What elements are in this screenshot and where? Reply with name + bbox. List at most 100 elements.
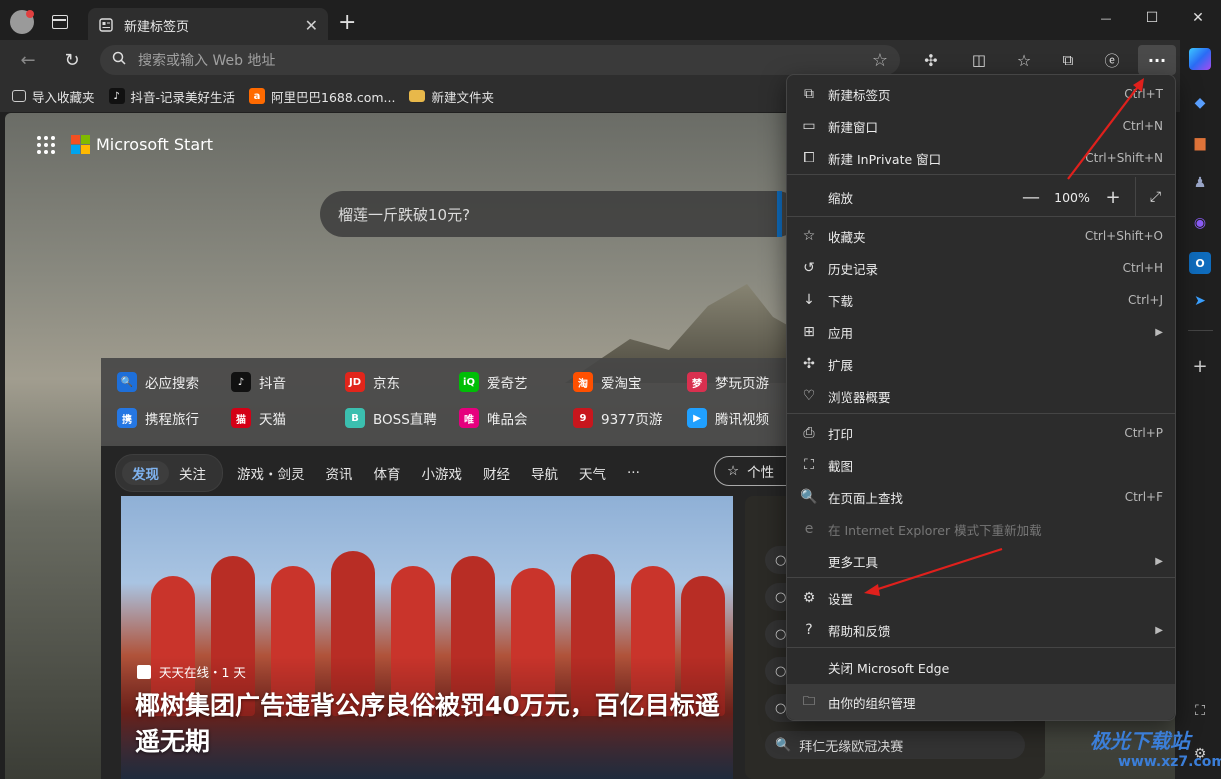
- drop-icon[interactable]: ➤: [1189, 290, 1211, 312]
- zoom-in-button[interactable]: +: [1095, 187, 1131, 208]
- menu-shortcut: Ctrl+Shift+O: [1084, 229, 1163, 243]
- collections-icon[interactable]: ⧉: [1052, 45, 1084, 75]
- screenshot-sidebar-icon[interactable]: ⛶: [1189, 700, 1211, 722]
- menu-item-label: 由你的组织管理: [828, 695, 916, 711]
- menu-item-help[interactable]: ? 帮助和反馈 ▶: [787, 614, 1175, 646]
- quick-link-label: 必应搜索: [145, 376, 199, 392]
- menu-item-managed[interactable]: 🗀 由你的组织管理: [787, 684, 1175, 720]
- quick-link-item[interactable]: B BOSS直聘: [345, 408, 437, 428]
- tab-more[interactable]: ···: [627, 465, 640, 481]
- menu-divider: [787, 216, 1175, 217]
- extensions-toolbar-icon[interactable]: ✣: [915, 45, 947, 75]
- new-tab-button[interactable]: +: [338, 10, 356, 35]
- favorites-toolbar-icon[interactable]: ☆: [1008, 45, 1040, 75]
- ie-mode-toolbar-icon[interactable]: ⓔ: [1096, 45, 1128, 75]
- copilot-icon[interactable]: [1189, 48, 1211, 70]
- shopping-tag-icon[interactable]: ◆: [1189, 92, 1211, 114]
- blank-icon: [799, 657, 819, 677]
- managed-icon: 🗀: [802, 692, 816, 708]
- favorite-item-douyin[interactable]: ♪ 抖音-记录美好生活: [108, 87, 235, 106]
- back-icon[interactable]: ←: [12, 45, 44, 75]
- close-window-button[interactable]: ✕: [1178, 6, 1218, 30]
- hero-news-card[interactable]: 天天在线・1 天 椰树集团广告违背公序良俗被罚40万元，百亿目标遥遥无期: [121, 496, 733, 779]
- quick-link-item[interactable]: 🔍 必应搜索: [117, 372, 199, 392]
- menu-item-new-tab[interactable]: ⧉ 新建标签页 Ctrl+T: [787, 78, 1175, 110]
- favorite-item-alibaba[interactable]: a 阿里巴巴1688.com...: [249, 87, 395, 106]
- tab-new-tab[interactable]: 新建标签页 ✕: [88, 8, 328, 42]
- microsoft365-icon[interactable]: ◉: [1189, 212, 1211, 234]
- favorite-item-import[interactable]: 导入收藏夹: [12, 87, 95, 106]
- site-logo-icon: 9: [573, 408, 593, 428]
- minimize-button[interactable]: —: [1086, 6, 1126, 30]
- more-options-button[interactable]: ···: [1138, 45, 1176, 75]
- new-tab-icon: ⧉: [804, 86, 814, 102]
- menu-item-apps[interactable]: ⊞ 应用 ▶: [787, 316, 1175, 348]
- hero-source: 天天在线・1 天: [137, 662, 246, 681]
- tab-minigames[interactable]: 小游戏: [422, 463, 463, 483]
- menu-item-history[interactable]: ↺ 历史记录 Ctrl+H: [787, 252, 1175, 284]
- menu-item-download[interactable]: ↓ 下载 Ctrl+J: [787, 284, 1175, 316]
- quick-link-label: 天猫: [259, 412, 286, 428]
- menu-item-ie-mode[interactable]: e 在 Internet Explorer 模式下重新加载: [787, 513, 1175, 545]
- quick-link-item[interactable]: 9 9377页游: [573, 408, 662, 428]
- tab-weather[interactable]: 天气: [579, 463, 606, 483]
- tab-news[interactable]: 资讯: [326, 463, 353, 483]
- web-search-box[interactable]: 榴莲一斤跌破10元?: [320, 191, 800, 237]
- menu-shortcut: Ctrl+T: [1124, 87, 1163, 101]
- menu-item-find[interactable]: 🔍 在页面上查找 Ctrl+F: [787, 481, 1175, 513]
- quick-link-item[interactable]: 淘爱淘宝: [573, 372, 642, 392]
- maximize-button[interactable]: ☐: [1132, 6, 1172, 30]
- menu-item-favorites[interactable]: ☆ 收藏夹 Ctrl+Shift+O: [787, 220, 1175, 252]
- feed-pill-tabs: 发现 关注: [115, 454, 223, 492]
- menu-item-settings[interactable]: ⚙ 设置: [787, 582, 1175, 614]
- add-favorite-icon[interactable]: ☆: [872, 50, 888, 71]
- quick-link-item[interactable]: 猫天猫: [231, 408, 286, 428]
- search-button[interactable]: [777, 191, 782, 237]
- quick-link-item[interactable]: 唯唯品会: [459, 408, 528, 428]
- tab-finance[interactable]: 财经: [483, 463, 510, 483]
- menu-item-extensions[interactable]: ✣ 扩展: [787, 348, 1175, 380]
- zoom-out-button[interactable]: —: [1013, 187, 1049, 208]
- search-icon: ○: [775, 663, 787, 679]
- favorite-item-folder[interactable]: 新建文件夹: [409, 87, 494, 106]
- menu-item-label: 应用: [828, 325, 854, 341]
- menu-item-essentials[interactable]: ♡ 浏览器概要: [787, 380, 1175, 412]
- menu-item-screenshot[interactable]: ⛶ 截图: [787, 449, 1175, 481]
- tab-actions-icon[interactable]: [52, 15, 68, 29]
- menu-item-inprivate[interactable]: ⧠ 新建 InPrivate 窗口 Ctrl+Shift+N: [787, 142, 1175, 174]
- quick-link-item[interactable]: 梦梦玩页游: [687, 372, 769, 392]
- tools-icon[interactable]: ▆: [1189, 132, 1211, 154]
- menu-item-new-window[interactable]: ▭ 新建窗口 Ctrl+N: [787, 110, 1175, 142]
- quick-link-item[interactable]: ▶ 腾讯视频: [687, 408, 769, 428]
- search-suggestion-text: 榴莲一斤跌破10元?: [338, 205, 471, 224]
- split-screen-icon[interactable]: ◫: [963, 45, 995, 75]
- menu-divider: [787, 647, 1175, 648]
- new-window-icon: ▭: [802, 118, 816, 134]
- games-icon[interactable]: ♟: [1189, 172, 1211, 194]
- fullscreen-icon[interactable]: ⤢: [1135, 177, 1175, 217]
- menu-item-item-17[interactable]: 关闭 Microsoft Edge: [787, 651, 1175, 683]
- refresh-icon[interactable]: ↻: [56, 45, 88, 75]
- tab-discover[interactable]: 发现: [122, 461, 169, 485]
- tab-close-icon[interactable]: ✕: [305, 16, 318, 35]
- app-launcher-icon[interactable]: [37, 135, 55, 154]
- profile-avatar[interactable]: [10, 10, 34, 34]
- tab-follow[interactable]: 关注: [169, 461, 216, 485]
- quick-link-item[interactable]: 携携程旅行: [117, 408, 199, 428]
- menu-item-label: 下载: [828, 293, 854, 309]
- menu-item-item-14[interactable]: 更多工具 ▶: [787, 545, 1175, 577]
- menu-item-print[interactable]: ⎙ 打印 Ctrl+P: [787, 417, 1175, 449]
- quick-link-item[interactable]: ♪ 抖音: [231, 372, 286, 392]
- tab-navigation[interactable]: 导航: [531, 463, 558, 483]
- quick-link-item[interactable]: iQ 爱奇艺: [459, 372, 528, 392]
- tab-game[interactable]: 游戏・剑灵: [237, 463, 305, 483]
- outlook-icon[interactable]: O: [1189, 252, 1211, 274]
- quick-link-item[interactable]: JD 京东: [345, 372, 400, 392]
- customize-icon: ☆: [727, 463, 740, 479]
- search-icon: [112, 51, 126, 69]
- search-icon: ○: [775, 700, 787, 716]
- tab-sports[interactable]: 体育: [374, 463, 401, 483]
- trending-item[interactable]: 🔍 拜仁无缘欧冠决赛: [765, 731, 1025, 759]
- address-bar[interactable]: 搜索或输入 Web 地址 ☆: [100, 45, 900, 75]
- add-sidebar-app-icon[interactable]: +: [1189, 355, 1211, 377]
